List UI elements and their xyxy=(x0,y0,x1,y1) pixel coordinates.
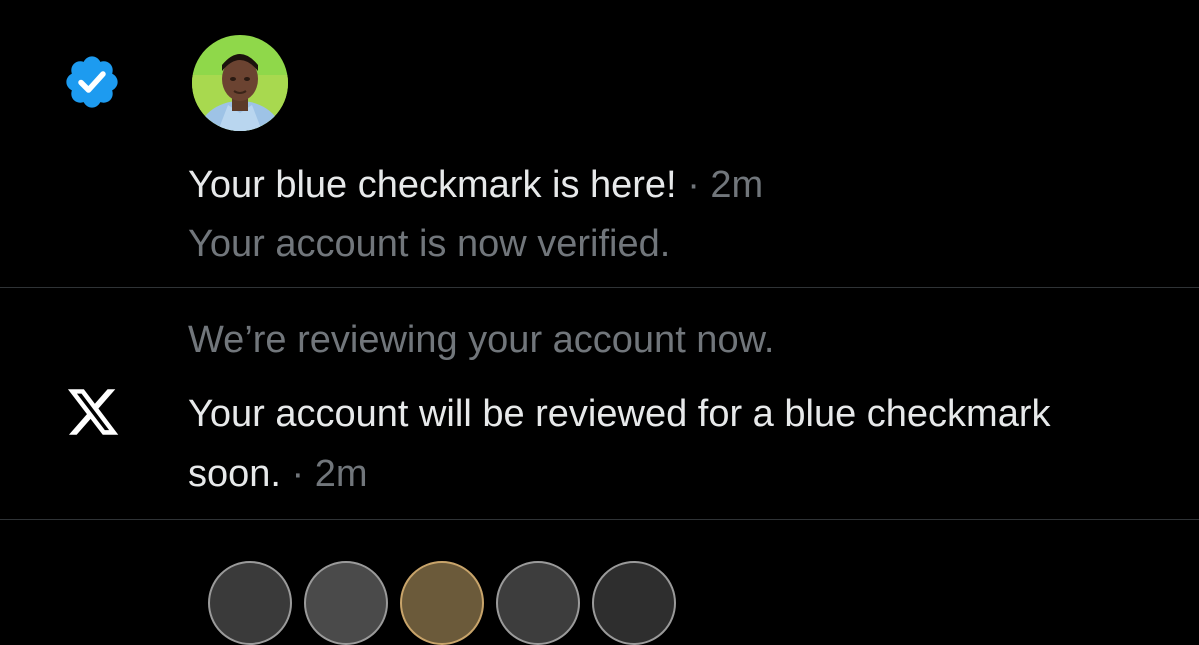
avatar[interactable] xyxy=(592,561,676,645)
separator-dot: · xyxy=(687,164,700,206)
separator-dot: · xyxy=(291,453,305,495)
verified-badge-icon xyxy=(66,56,118,108)
notification-verified[interactable]: Your blue checkmark is here! · 2m Your a… xyxy=(0,0,1199,288)
notification-partial[interactable] xyxy=(0,521,1199,645)
notification-subtitle: We’re reviewing your account now. xyxy=(188,319,775,361)
avatar[interactable] xyxy=(208,561,292,645)
notification-review[interactable]: We’re reviewing your account now. Your a… xyxy=(0,288,1199,520)
timestamp: 2m xyxy=(710,164,764,206)
timestamp: 2m xyxy=(314,453,368,495)
avatar[interactable] xyxy=(304,561,388,645)
notification-subtitle: Your account is now verified. xyxy=(188,223,671,265)
notification-title: Your account will be reviewed for a blue… xyxy=(188,384,1088,504)
x-logo-icon xyxy=(67,389,119,435)
avatar[interactable] xyxy=(400,561,484,645)
avatar-photo xyxy=(192,35,288,131)
notification-title-text: Your blue checkmark is here! xyxy=(188,164,677,206)
avatar[interactable] xyxy=(496,561,580,645)
avatar[interactable] xyxy=(192,35,288,131)
notification-title: Your blue checkmark is here! · 2m xyxy=(188,157,763,213)
